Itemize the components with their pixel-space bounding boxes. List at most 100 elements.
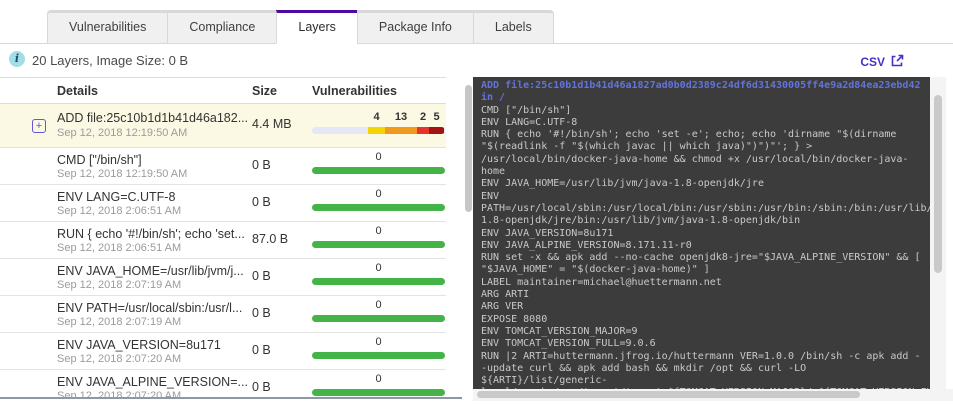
layer-timestamp: Sep 12, 2018 12:19:50 AM bbox=[57, 127, 188, 139]
vulnerabilities-cell: 4 13 2 5 bbox=[312, 111, 445, 134]
tab-labels[interactable]: Labels bbox=[472, 10, 554, 44]
column-header-details: Details bbox=[57, 84, 98, 98]
vulnerability-counts: 0 bbox=[312, 151, 445, 165]
vulnerability-counts: 0 bbox=[312, 188, 445, 202]
vulnerabilities-cell: 0 bbox=[312, 336, 445, 359]
safe-bar bbox=[312, 167, 445, 174]
vulnerability-total: 0 bbox=[375, 151, 382, 163]
layer-size: 0 B bbox=[252, 306, 271, 320]
severity-bar bbox=[312, 127, 445, 134]
dockerfile-panel[interactable]: ADD file:25c10b1d1b41d46a1827ad0b0d2389c… bbox=[473, 77, 930, 389]
code-line: ${ARTI}/list/generic- bbox=[481, 375, 608, 387]
code-line: ENV JAVA_VERSION=8u171 bbox=[481, 227, 614, 239]
layer-command: ENV PATH=/usr/local/sbin:/usr/l... bbox=[57, 301, 243, 315]
layer-command: ADD file:25c10b1d1b41d46a182... bbox=[57, 111, 249, 125]
severity-segment bbox=[368, 127, 385, 134]
layers-screen: Vulnerabilities Compliance Layers Package I… bbox=[0, 0, 953, 405]
code-line: PATH=/usr/local/sbin:/usr/local/bin:/usr… bbox=[481, 202, 930, 214]
layer-command: ENV LANG=C.UTF-8 bbox=[57, 190, 176, 204]
layers-table: Details Size Vulnerabilities + ADD file:2… bbox=[0, 77, 446, 398]
tab-layers[interactable]: Layers bbox=[276, 10, 357, 44]
code-line: -update curl && apk add bash && mkdir /o… bbox=[481, 362, 807, 374]
severity-count: 5 bbox=[433, 111, 440, 123]
vulnerability-counts: 0 bbox=[312, 262, 445, 276]
layer-size: 0 B bbox=[252, 343, 271, 357]
safe-bar bbox=[312, 352, 445, 359]
table-row[interactable]: CMD ["/bin/sh"] Sep 12, 2018 12:19:50 AM 0… bbox=[0, 148, 446, 185]
export-icon bbox=[891, 54, 904, 70]
table-row[interactable]: ENV LANG=C.UTF-8 Sep 12, 2018 2:06:51 AM 0… bbox=[0, 185, 446, 222]
vulnerability-total: 0 bbox=[375, 336, 382, 348]
severity-count: 13 bbox=[394, 111, 408, 123]
code-line: EXPOSE 8080 bbox=[481, 313, 548, 325]
table-row[interactable]: ENV JAVA_ALPINE_VERSION=... Sep 12, 2018 … bbox=[0, 370, 446, 398]
severity-segment bbox=[429, 127, 444, 134]
severity-segment bbox=[385, 127, 417, 134]
tab-bar: Vulnerabilities Compliance Layers Package I… bbox=[47, 10, 554, 44]
vulnerability-total: 0 bbox=[375, 188, 382, 200]
code-line: RUN set -x && apk add --no-cache openjdk… bbox=[481, 252, 921, 264]
info-icon: i bbox=[9, 51, 25, 67]
vulnerability-counts: 0 bbox=[312, 373, 445, 387]
layer-size: 0 B bbox=[252, 380, 271, 394]
csv-export-link[interactable]: CSV bbox=[860, 54, 904, 70]
table-body: + ADD file:25c10b1d1b41d46a182... Sep 12, … bbox=[0, 104, 446, 398]
layer-command: ENV JAVA_VERSION=8u171 bbox=[57, 338, 221, 352]
vulnerabilities-cell: 0 bbox=[312, 188, 445, 211]
column-header-vulnerabilities: Vulnerabilities bbox=[312, 84, 397, 98]
table-row[interactable]: ENV JAVA_HOME=/usr/lib/jvm/j... Sep 12, 2… bbox=[0, 259, 446, 296]
layer-size: 0 B bbox=[252, 269, 271, 283]
table-row[interactable]: + ADD file:25c10b1d1b41d46a182... Sep 12, … bbox=[0, 104, 446, 148]
safe-bar bbox=[312, 241, 445, 248]
code-line-highlighted: in / bbox=[481, 92, 506, 104]
code-line: ENV bbox=[481, 190, 500, 202]
code-line: LABEL maintainer=michael@huettermann.net bbox=[481, 276, 722, 288]
table-bottom-divider bbox=[0, 397, 462, 399]
severity-count: 4 bbox=[373, 111, 380, 123]
table-row[interactable]: RUN { echo '#!/bin/sh'; echo 'set... Sep … bbox=[0, 222, 446, 259]
layer-command: CMD ["/bin/sh"] bbox=[57, 153, 142, 167]
table-row[interactable]: ENV JAVA_VERSION=8u171 Sep 12, 2018 2:07:… bbox=[0, 333, 446, 370]
vulnerabilities-cell: 0 bbox=[312, 225, 445, 248]
code-horizontal-scrollbar[interactable] bbox=[477, 391, 860, 398]
code-vertical-scrollbar[interactable] bbox=[934, 95, 942, 273]
vulnerabilities-cell: 0 bbox=[312, 262, 445, 285]
severity-segment bbox=[417, 127, 429, 134]
safe-bar bbox=[312, 389, 445, 396]
severity-count: 2 bbox=[419, 111, 427, 123]
code-line-highlighted: ADD file:25c10b1d1b41d46a1827ad0b0d2389c… bbox=[481, 80, 921, 91]
vulnerability-total: 0 bbox=[375, 299, 382, 311]
tab-package-info[interactable]: Package Info bbox=[356, 10, 473, 44]
vulnerability-total: 0 bbox=[375, 373, 382, 385]
code-line: ENV JAVA_ALPINE_VERSION=8.171.11-r0 bbox=[481, 239, 692, 251]
tab-vulnerabilities[interactable]: Vulnerabilities bbox=[47, 10, 168, 44]
layer-size: 87.0 B bbox=[252, 232, 289, 246]
csv-link-label: CSV bbox=[860, 55, 885, 69]
vulnerabilities-cell: 0 bbox=[312, 373, 445, 396]
code-line: /usr/local/bin/docker-java-home && chmod… bbox=[481, 153, 909, 165]
table-vertical-scrollbar[interactable] bbox=[465, 85, 472, 212]
safe-bar bbox=[312, 204, 445, 211]
layer-size: 0 B bbox=[252, 158, 271, 172]
table-row[interactable]: ENV PATH=/usr/local/sbin:/usr/l... Sep 12… bbox=[0, 296, 446, 333]
vulnerabilities-cell: 0 bbox=[312, 299, 445, 322]
layer-timestamp: Sep 12, 2018 2:07:20 AM bbox=[57, 353, 182, 365]
code-line: ENV TOMCAT_VERSION_FULL=9.0.6 bbox=[481, 338, 656, 350]
tab-compliance[interactable]: Compliance bbox=[167, 10, 277, 44]
safe-bar bbox=[312, 315, 445, 322]
layer-command: ENV JAVA_HOME=/usr/lib/jvm/j... bbox=[57, 264, 244, 278]
code-line: ENV JAVA_HOME=/usr/lib/jvm/java-1.8-open… bbox=[481, 178, 764, 190]
code-line: RUN |2 ARTI=huttermann.jfrog.io/hutterma… bbox=[481, 350, 921, 362]
vulnerabilities-cell: 0 bbox=[312, 151, 445, 174]
column-header-size: Size bbox=[252, 84, 278, 98]
expand-row-icon[interactable]: + bbox=[32, 119, 46, 133]
layer-command: RUN { echo '#!/bin/sh'; echo 'set... bbox=[57, 227, 245, 241]
vulnerability-counts: 0 bbox=[312, 336, 445, 350]
code-line: ENV LANG=C.UTF-8 bbox=[481, 116, 578, 128]
code-line: 1.8-openjdk/jre/bin:/usr/lib/jvm/java-1.… bbox=[481, 215, 801, 227]
layer-timestamp: Sep 12, 2018 2:07:19 AM bbox=[57, 279, 182, 291]
layer-timestamp: Sep 12, 2018 2:06:51 AM bbox=[57, 205, 182, 217]
code-line: RUN { echo '#!/bin/sh'; echo 'set -e'; e… bbox=[481, 129, 897, 141]
layers-summary: 20 Layers, Image Size: 0 B bbox=[32, 53, 189, 68]
vulnerability-counts: 4 13 2 5 bbox=[312, 111, 445, 125]
